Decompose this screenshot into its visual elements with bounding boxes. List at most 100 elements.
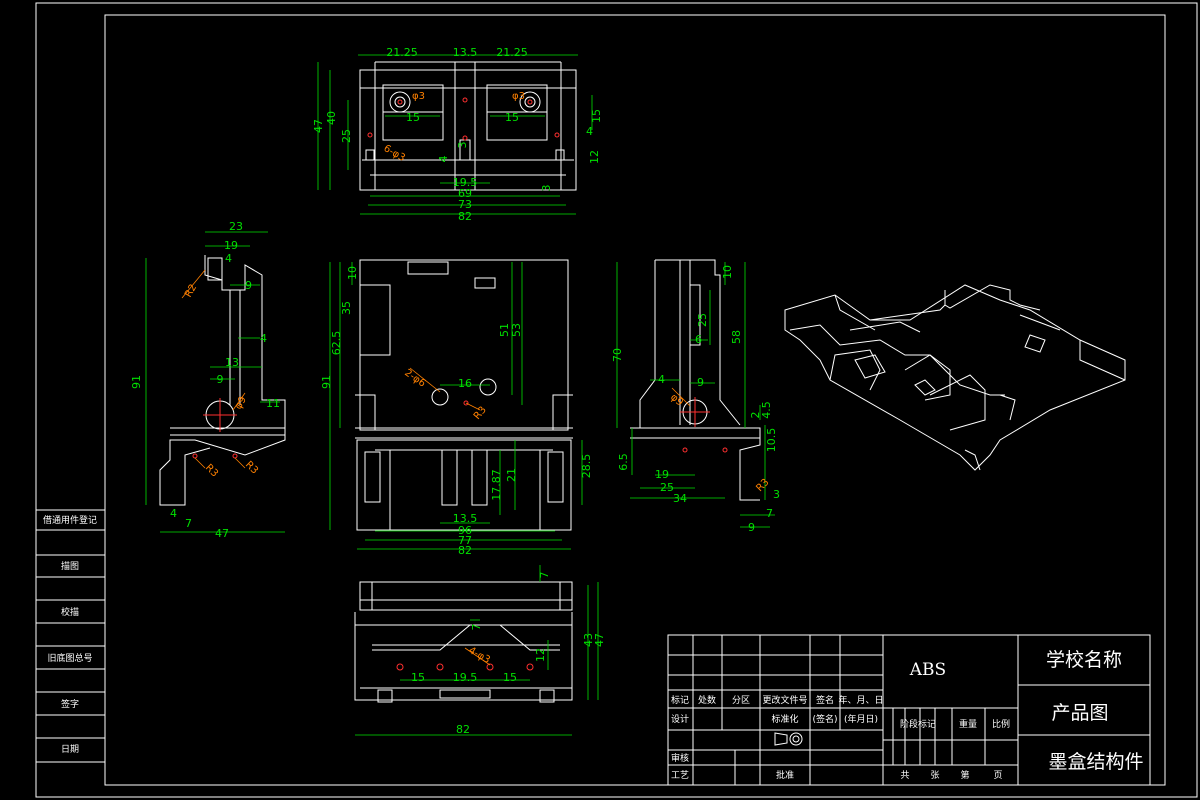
dim-right-r3: R3 — [754, 477, 771, 494]
dim-right-10: 10 — [721, 265, 734, 279]
dim-top-13-5: 13.5 — [453, 46, 478, 59]
projection-symbol — [789, 732, 803, 746]
dim-front-16: 16 — [458, 377, 472, 390]
dim-right-70: 70 — [611, 348, 624, 362]
dim-left-91: 91 — [130, 375, 143, 389]
dim-front-35: 35 — [340, 301, 353, 315]
header-date: 年、月、日 — [838, 694, 883, 706]
front-view — [329, 259, 583, 550]
dim-left-r3-left: R3 — [203, 462, 220, 479]
dim-left-r3-right: R3 — [243, 459, 260, 476]
strip-label-check-trace: 校描 — [61, 606, 79, 618]
dim-front-28-5: 28.5 — [580, 454, 593, 479]
drawing-type: 产品图 — [1051, 702, 1108, 724]
label-total: 共 — [900, 770, 909, 781]
dim-top-3-center: 3 — [456, 142, 469, 149]
right-view — [616, 259, 775, 528]
label-page-unit: 页 — [993, 770, 1002, 781]
header-change-doc: 更改文件号 — [762, 694, 807, 706]
dim-top-15-right: 15 — [505, 111, 519, 124]
dim-left-9-bottom: 9 — [217, 373, 224, 386]
dim-right-4-5: 4.5 — [760, 401, 773, 419]
strip-label-trace: 描图 — [61, 560, 79, 572]
dim-right-9: 9 — [697, 376, 704, 389]
strip-label-signature: 签字 — [61, 698, 79, 710]
dim-top-3-right: 3 — [540, 185, 553, 192]
dim-top-phi3-left: φ3 — [412, 91, 425, 102]
dim-top-4-right: 4 — [586, 125, 593, 138]
dim-bottom-7-mid: 7 — [470, 624, 483, 631]
left-view — [145, 231, 286, 533]
dim-left-4-top: 4 — [225, 252, 232, 265]
strip-label-date: 日期 — [61, 744, 79, 755]
dim-top-phi3-right: φ3 — [512, 91, 525, 102]
label-process: 工艺 — [671, 770, 689, 781]
label-page: 第 — [960, 769, 969, 781]
label-date-paren: (年月日) — [844, 713, 878, 725]
label-standardize: 标准化 — [771, 713, 798, 725]
dim-right-25-bottom: 25 — [660, 481, 674, 494]
dim-bottom-47: 47 — [593, 633, 606, 647]
dim-right-4: 4 — [658, 373, 665, 386]
dim-top-40: 40 — [325, 111, 338, 125]
dim-top-82: 82 — [458, 210, 472, 223]
label-approve: 批准 — [776, 769, 794, 781]
material-value: ABS — [909, 660, 946, 680]
dim-right-7: 7 — [766, 507, 773, 520]
dim-top-15-vertical: 15 — [590, 109, 603, 123]
dim-top-47: 47 — [312, 119, 325, 133]
dim-front-10: 10 — [346, 266, 359, 280]
dim-front-82: 82 — [458, 544, 472, 557]
label-design: 设计 — [671, 713, 689, 725]
cad-drawing: 借通用件登记 描图 校描 旧底图总号 签字 日期 ABS 学校名称 产品图 墨盒… — [35, 2, 1198, 798]
dim-right-6-5: 6.5 — [617, 453, 630, 471]
dim-top-12: 12 — [588, 150, 601, 164]
dim-right-9-bottom: 9 — [748, 521, 755, 534]
title-block: ABS 学校名称 产品图 墨盒结构件 标记 处数 分区 更改文件号 签名 年、月… — [667, 634, 1151, 786]
label-sheets: 张 — [930, 770, 939, 781]
left-strip: 借通用件登记 描图 校描 旧底图总号 签字 日期 — [36, 509, 105, 763]
dim-front-62-5: 62.5 — [330, 331, 343, 356]
drawing-border — [35, 2, 1198, 798]
dim-left-4-mid: 4 — [260, 332, 267, 345]
dim-bottom-4-phi3: 4-φ3 — [467, 645, 492, 666]
dim-top-4-center: 4 — [437, 156, 450, 163]
dim-front-53: 53 — [510, 323, 523, 337]
dim-left-23: 23 — [229, 220, 243, 233]
strip-label-register: 借通用件登记 — [43, 514, 97, 526]
dim-right-3: 3 — [773, 488, 780, 501]
dim-top-15-left: 15 — [406, 111, 420, 124]
dim-left-13: 13 — [225, 356, 239, 369]
dim-front-91: 91 — [320, 375, 333, 389]
school-name: 学校名称 — [1046, 649, 1122, 671]
dim-bottom-7-top: 7 — [538, 572, 551, 579]
dim-right-25: 25 — [696, 313, 709, 327]
dim-top-21-25-right: 21.25 — [496, 46, 528, 59]
dim-bottom-12: 12 — [534, 648, 547, 662]
dim-right-58: 58 — [730, 330, 743, 344]
dim-left-4-bottom: 4 — [170, 507, 177, 520]
label-review: 审核 — [671, 752, 689, 764]
dim-right-34: 34 — [673, 492, 687, 505]
dim-bottom-82: 82 — [456, 723, 470, 736]
dim-left-9-top: 9 — [245, 279, 252, 292]
dim-right-10-5: 10.5 — [765, 428, 778, 453]
dim-right-6: 6 — [695, 333, 702, 346]
dim-front-2-phi6: 2-φ6 — [402, 367, 427, 389]
dim-top-6-phi3: 6-φ3 — [382, 143, 407, 164]
label-stage-mark: 阶段标记 — [900, 718, 936, 730]
dim-right-phi9: φ9 — [668, 392, 685, 409]
strip-label-old-number: 旧底图总号 — [47, 652, 92, 664]
header-signature: 签名 — [816, 694, 834, 706]
dim-front-17-87: 17.87 — [490, 469, 503, 501]
isometric-view — [784, 284, 1126, 471]
dim-left-7: 7 — [185, 517, 192, 530]
label-weight: 重量 — [959, 718, 977, 730]
dim-bottom-19-5: 19.5 — [453, 671, 478, 684]
label-sign-paren: (签名) — [812, 713, 837, 725]
header-mark: 标记 — [671, 694, 689, 706]
header-zone: 分区 — [732, 695, 750, 706]
dim-left-r2: R2 — [183, 282, 199, 299]
dim-top-25: 25 — [340, 129, 353, 143]
dim-left-19: 19 — [224, 239, 238, 252]
